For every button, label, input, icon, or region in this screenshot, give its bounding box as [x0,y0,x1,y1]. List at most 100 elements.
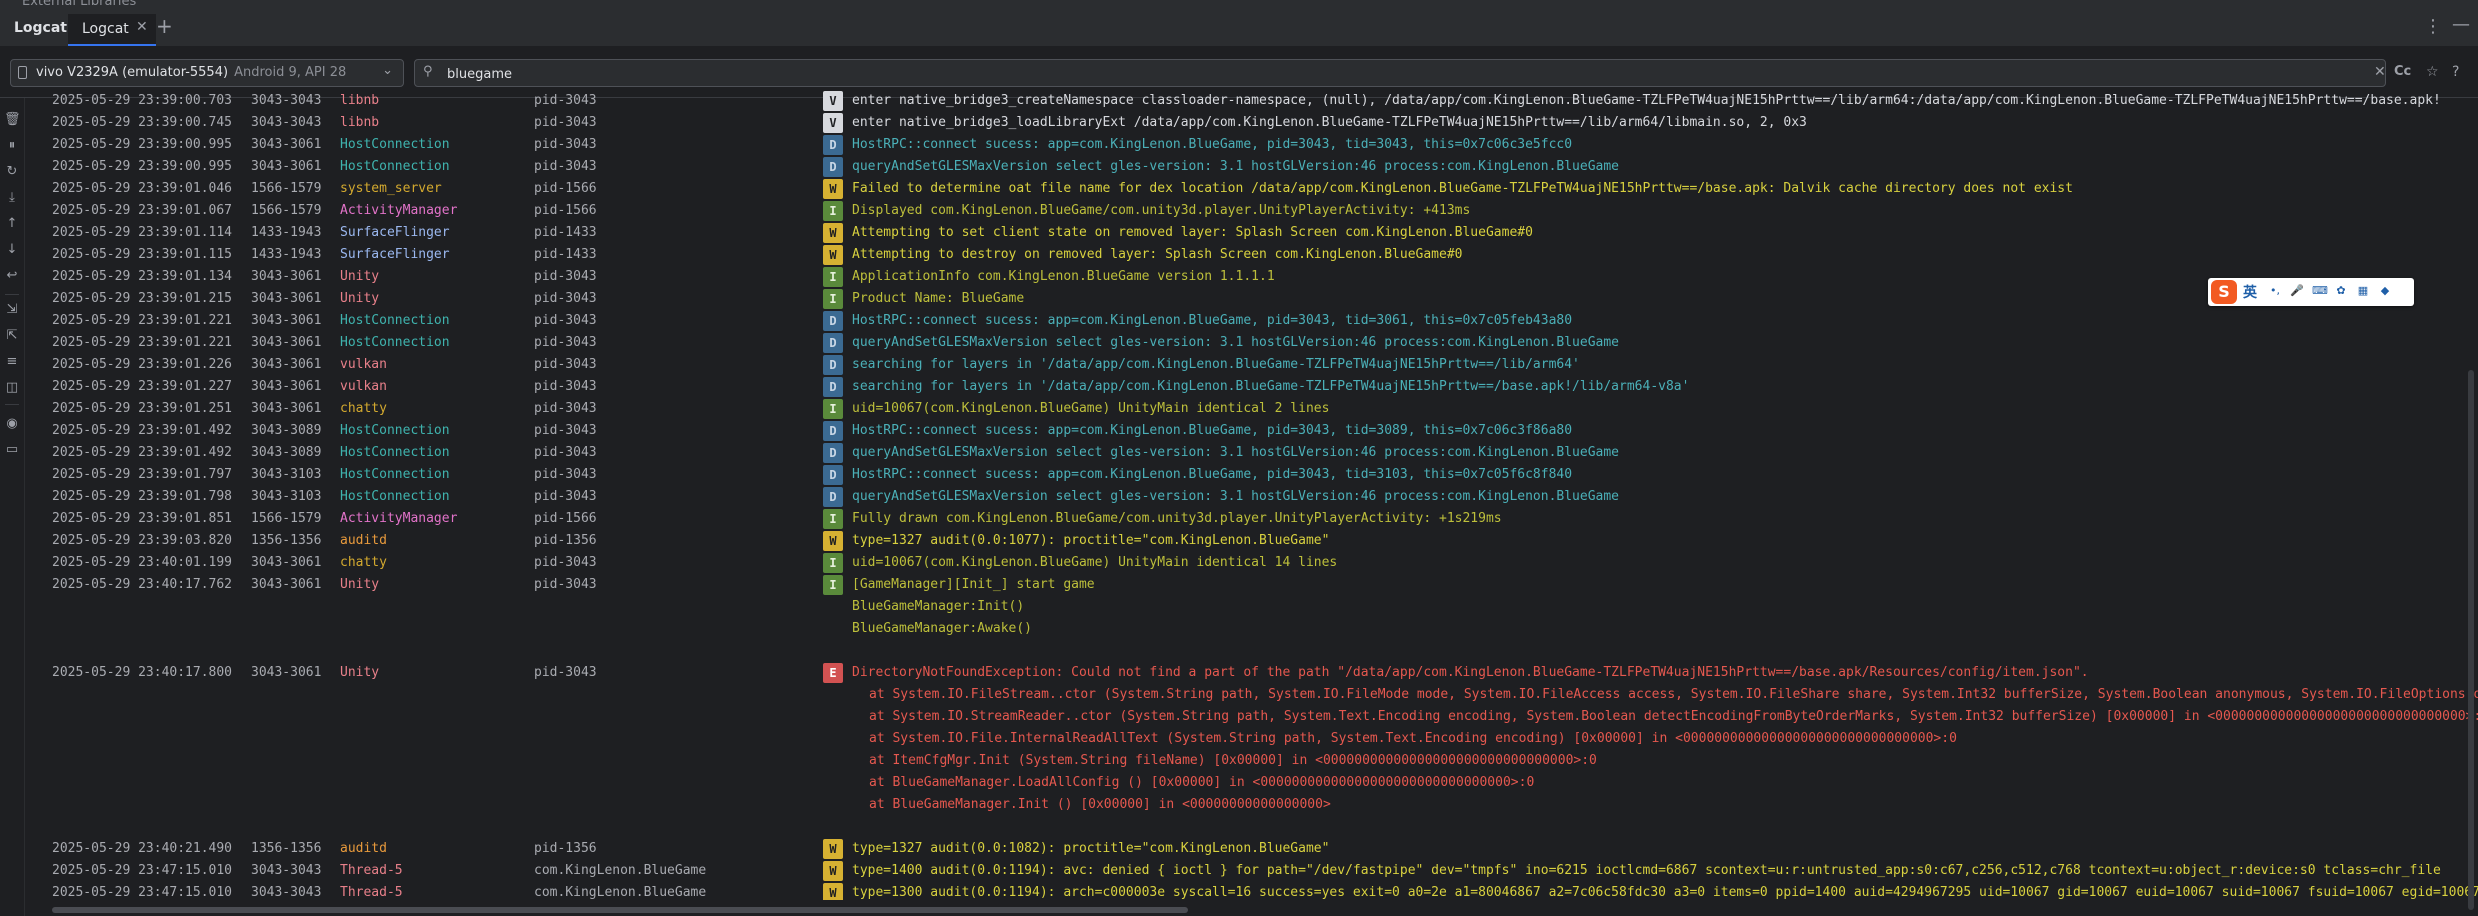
more-options-icon[interactable]: ⋮ [2424,16,2442,37]
log-row[interactable]: 2025-05-29 23:39:01.851 1566-1579 Activity… [26,508,2478,530]
log-continuation-row[interactable]: at System.IO.File.InternalReadAllText (S… [26,728,2478,750]
close-icon[interactable]: ✕ [136,19,148,35]
log-pid-tid: 3043-3061 [251,137,322,152]
scroll-to-end-icon[interactable]: ⤓ [4,190,20,206]
log-row[interactable]: 2025-05-29 23:39:01.221 3043-3061 HostConn… [26,332,2478,354]
log-row[interactable]: 2025-05-29 23:39:01.221 3043-3061 HostConn… [26,310,2478,332]
skin-icon[interactable]: ✿ [2334,284,2348,298]
keyboard-icon[interactable]: ⌨ [2312,284,2328,298]
log-tag: libnb [340,115,380,130]
log-row[interactable]: 2025-05-29 23:39:01.798 3043-3103 HostConn… [26,486,2478,508]
device-name: vivo V2329A (emulator-5554) [36,65,229,80]
log-timestamp: 2025-05-29 23:39:01.226 [52,357,233,372]
log-row[interactable]: 2025-05-29 23:39:01.226 3043-3061 vulkan pi… [26,354,2478,376]
logcat-output[interactable]: 2025-05-29 23:39:00.703 3043-3043 libnb pid… [26,90,2478,900]
microphone-icon[interactable]: 🎤 [2290,284,2304,298]
log-row[interactable]: 2025-05-29 23:39:00.745 3043-3043 libnb pid… [26,112,2478,134]
log-row[interactable]: 2025-05-29 23:47:15.010 3043-3043 Thread-5… [26,882,2478,900]
help-icon[interactable]: ? [2452,64,2459,80]
log-process: pid-1433 [534,247,597,262]
vertical-scrollbar[interactable] [2468,370,2474,910]
log-timestamp: 2025-05-29 23:39:01.492 [52,445,233,460]
log-continuation-row[interactable]: at BlueGameManager.LoadAllConfig () [0x0… [26,772,2478,794]
restart-icon[interactable]: ↻ [4,164,20,180]
filter-settings-icon[interactable]: ≡ [4,354,20,370]
split-view-icon[interactable]: ◫ [4,380,20,396]
log-row[interactable]: 2025-05-29 23:39:00.995 3043-3061 HostConn… [26,134,2478,156]
screen-record-icon[interactable]: ▭ [4,442,20,458]
log-timestamp: 2025-05-29 23:39:01.134 [52,269,233,284]
clear-icon[interactable]: ✕ [2374,64,2386,80]
log-row[interactable]: 2025-05-29 23:39:00.995 3043-3061 HostConn… [26,156,2478,178]
log-continuation-row[interactable]: at ItemCfgMgr.Init (System.String fileNa… [26,750,2478,772]
log-message: searching for layers in '/data/app/com.K… [852,357,1580,372]
punctuation-icon[interactable]: •, [2268,284,2282,298]
log-continuation-row[interactable]: at System.IO.FileStream..ctor (System.St… [26,684,2478,706]
log-continuation-row[interactable]: BlueGameManager:Awake() [26,618,2478,640]
log-row[interactable]: 2025-05-29 23:40:01.199 3043-3061 chatty pi… [26,552,2478,574]
log-process: pid-3043 [534,379,597,394]
log-row[interactable]: 2025-05-29 23:47:15.010 3043-3043 Thread-5… [26,860,2478,882]
log-message: Attempting to destroy on removed layer: … [852,247,1463,262]
export-icon[interactable]: ⇲ [4,302,20,318]
log-continuation-row[interactable]: at System.IO.StreamReader..ctor (System.… [26,706,2478,728]
log-row[interactable]: 2025-05-29 23:39:03.820 1356-1356 auditd pi… [26,530,2478,552]
log-row[interactable]: 2025-05-29 23:39:01.492 3043-3089 HostConn… [26,420,2478,442]
log-pid-tid: 1356-1356 [251,533,322,548]
filter-input[interactable] [445,63,1949,85]
import-icon[interactable]: ⇱ [4,328,20,344]
log-row[interactable]: 2025-05-29 23:40:17.800 3043-3061 Unity pid… [26,662,2478,684]
log-row[interactable]: 2025-05-29 23:39:00.703 3043-3043 libnb pid… [26,90,2478,112]
log-message: type=1300 audit(0.0:1194): arch=c000003e… [852,885,2478,900]
log-row[interactable]: 2025-05-29 23:39:01.115 1433-1943 SurfaceF… [26,244,2478,266]
log-row[interactable]: 2025-05-29 23:39:01.134 3043-3061 Unity pid… [26,266,2478,288]
log-row[interactable]: 2025-05-29 23:39:01.046 1566-1579 system_s… [26,178,2478,200]
log-row[interactable]: 2025-05-29 23:39:01.251 3043-3061 chatty pi… [26,398,2478,420]
log-tag: HostConnection [340,137,450,152]
horizontal-scrollbar[interactable] [52,907,1188,913]
log-tag: vulkan [340,379,387,394]
ime-language-toggle[interactable]: 英 [2243,282,2257,302]
log-row[interactable]: 2025-05-29 23:39:01.797 3043-3103 HostConn… [26,464,2478,486]
soft-wrap-icon[interactable]: ↩ [4,268,20,284]
log-message-continuation: BlueGameManager:Init() [852,599,1025,614]
log-row[interactable]: 2025-05-29 23:39:01.067 1566-1579 Activity… [26,200,2478,222]
favorite-icon[interactable]: ☆ [2426,64,2439,80]
log-level-badge: W [823,861,843,881]
trash-icon[interactable]: 🗑 [4,112,21,128]
log-continuation-row[interactable]: BlueGameManager:Init() [26,596,2478,618]
log-level-badge: I [823,399,843,419]
log-message-continuation: at BlueGameManager.Init () [0x00000] in … [869,797,1331,812]
log-row[interactable]: 2025-05-29 23:39:01.227 3043-3061 vulkan pi… [26,376,2478,398]
minimize-icon[interactable]: — [2452,14,2470,35]
screenshot-icon[interactable]: ◉ [4,416,20,432]
pause-icon[interactable]: ⏸ [4,138,20,154]
log-tag: SurfaceFlinger [340,247,450,262]
case-icon[interactable]: Cc [2394,64,2411,79]
log-pid-tid: 1356-1356 [251,841,322,856]
add-tab-icon[interactable]: + [156,14,173,38]
divider [5,404,19,405]
log-row[interactable]: 2025-05-29 23:39:01.215 3043-3061 Unity pid… [26,288,2478,310]
log-row[interactable]: 2025-05-29 23:40:17.762 3043-3061 Unity pid… [26,574,2478,596]
ime-toolbar[interactable]: S 英 •, 🎤 ⌨ ✿ ▦ ◆ [2208,278,2414,306]
log-pid-tid: 3043-3089 [251,445,322,460]
log-message: [GameManager][Init_] start game [852,577,1095,592]
game-icon[interactable]: ◆ [2378,284,2392,298]
log-level-badge: D [823,443,843,463]
filter-field[interactable]: ⚲ [414,59,2386,87]
log-row[interactable]: 2025-05-29 23:40:21.490 1356-1356 auditd pi… [26,838,2478,860]
down-arrow-icon[interactable]: ↓ [4,242,20,258]
toolbox-icon[interactable]: ▦ [2356,284,2370,298]
up-arrow-icon[interactable]: ↑ [4,216,20,232]
log-continuation-row[interactable]: at BlueGameManager.Init () [0x00000] in … [26,794,2478,816]
log-message: DirectoryNotFoundException: Could not fi… [852,665,2089,680]
log-process: pid-3043 [534,115,597,130]
device-selector[interactable]: vivo V2329A (emulator-5554) Android 9, AP… [10,59,404,87]
log-row[interactable]: 2025-05-29 23:39:01.492 3043-3089 HostConn… [26,442,2478,464]
log-pid-tid: 3043-3061 [251,401,322,416]
tab-logcat[interactable]: Logcat ✕ [68,14,156,46]
log-pid-tid: 3043-3061 [251,269,322,284]
log-row[interactable]: 2025-05-29 23:39:01.114 1433-1943 SurfaceF… [26,222,2478,244]
filter-icon[interactable]: ⚲ [423,64,433,79]
